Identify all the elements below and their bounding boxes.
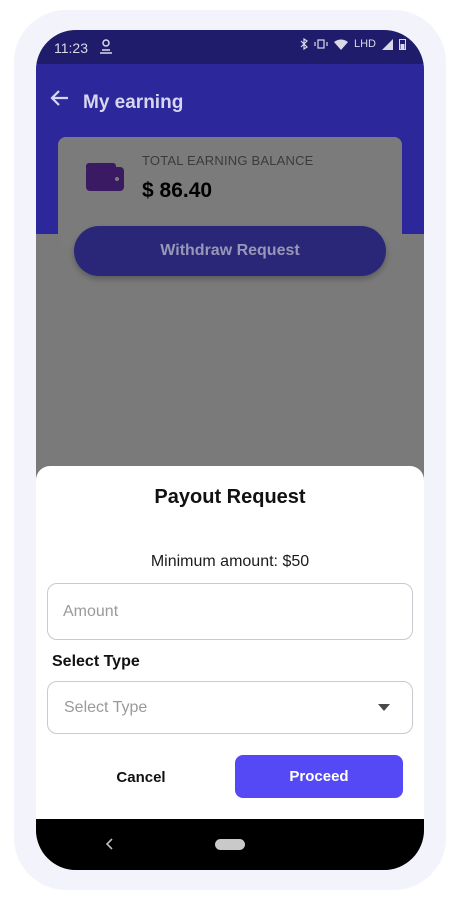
signal-icon <box>382 38 393 50</box>
person-notification-icon <box>100 39 112 54</box>
bluetooth-icon <box>300 38 308 50</box>
amount-field[interactable] <box>47 583 413 640</box>
status-icons: LHD <box>300 38 406 50</box>
sheet-title: Payout Request <box>154 486 306 508</box>
status-time: 11:23 <box>54 40 88 56</box>
cancel-button[interactable]: Cancel <box>78 756 204 798</box>
arrow-left-icon[interactable] <box>50 88 70 108</box>
withdraw-request-button[interactable]: Withdraw Request <box>74 226 386 276</box>
minimum-amount-text: Minimum amount: $50 <box>150 553 310 570</box>
battery-icon <box>399 39 406 50</box>
select-type-value: Select Type <box>64 699 148 716</box>
select-type-label: Select Type <box>52 653 140 670</box>
phone-screen: 11:23 LHD My earning TOTAL EARNING BALAN… <box>36 30 424 870</box>
page-title: My earning <box>83 92 184 113</box>
select-type-dropdown[interactable]: Select Type <box>47 681 413 734</box>
caret-down-icon <box>378 704 390 711</box>
system-nav-bar <box>36 819 424 870</box>
chevron-left-icon[interactable] <box>104 836 116 852</box>
status-bar: 11:23 LHD <box>36 30 424 64</box>
payout-request-sheet: Payout Request Minimum amount: $50 Selec… <box>36 466 424 819</box>
vibrate-icon <box>314 39 328 49</box>
home-pill[interactable] <box>215 839 245 850</box>
amount-input[interactable] <box>63 600 393 624</box>
proceed-button[interactable]: Proceed <box>235 755 403 798</box>
network-type-label: LHD <box>353 38 376 50</box>
wallet-icon <box>86 163 124 191</box>
balance-label: TOTAL EARNING BALANCE <box>142 153 314 168</box>
balance-value: $ 86.40 <box>142 179 213 202</box>
wifi-icon <box>333 39 348 50</box>
